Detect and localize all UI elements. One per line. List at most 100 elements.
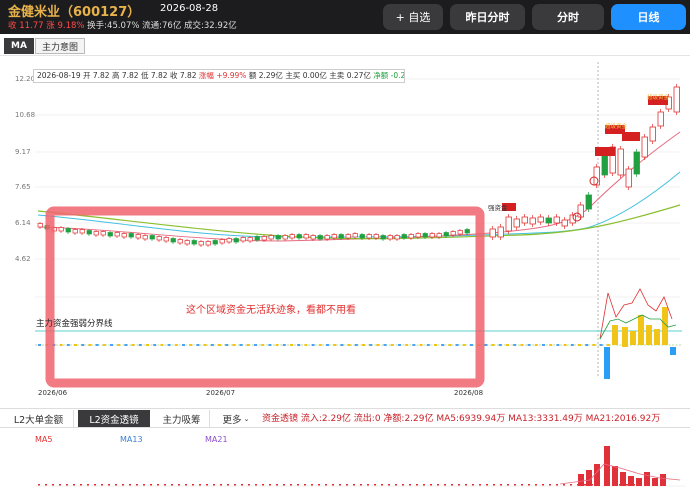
flow-bar — [670, 347, 676, 355]
sub-bar — [578, 474, 584, 486]
flow-dash — [95, 344, 99, 346]
ma-lines — [37, 131, 681, 242]
flow-dash — [225, 344, 229, 346]
sub-bar — [652, 478, 658, 486]
sub-dash — [213, 484, 215, 486]
stats-rest: 换手:45.07% 流通:76亿 成交:32.92亿 — [84, 21, 237, 31]
candles — [37, 84, 680, 247]
flow-dash — [311, 344, 315, 346]
flow-dash — [261, 344, 265, 346]
sub-dash — [164, 484, 166, 486]
candle — [268, 235, 274, 240]
header-date: 2026-08-28 — [160, 3, 219, 14]
candle — [324, 235, 330, 240]
info-buy-label: 主买 — [285, 71, 301, 80]
kline-chart[interactable]: 12.20 10.68 9.17 7.65 6.14 4.62 2026-08-… — [0, 57, 690, 400]
sub-dash — [94, 484, 96, 486]
flow-dash — [239, 344, 243, 346]
candle — [310, 235, 316, 240]
prev-minute-button[interactable]: 昨日分时 — [450, 4, 525, 30]
tab-big-order[interactable]: L2大单金额 — [4, 410, 74, 427]
flow-dash — [333, 344, 337, 346]
flow-dash — [563, 344, 567, 346]
candle — [205, 241, 211, 246]
x-label: 2026/06 — [38, 389, 68, 397]
sub-dash — [423, 484, 425, 486]
flow-dash — [189, 344, 193, 346]
flow-dash — [369, 344, 373, 346]
candle — [387, 235, 393, 240]
candle — [303, 234, 309, 239]
candle — [443, 232, 449, 237]
candle — [149, 235, 155, 240]
sub-dash — [556, 484, 558, 486]
candle — [366, 234, 372, 239]
flow-dash — [484, 344, 488, 346]
flow-bar — [638, 315, 644, 345]
sub-dash — [570, 484, 572, 486]
flow-dash — [297, 344, 301, 346]
flow-dash — [578, 344, 581, 346]
flow-dash — [556, 344, 560, 346]
candle — [79, 229, 85, 234]
candle — [497, 226, 504, 238]
flow-dash — [412, 344, 416, 346]
candle — [617, 148, 624, 176]
sub-bar — [628, 476, 634, 486]
flow-dash — [362, 344, 365, 346]
sub-dash — [59, 484, 61, 486]
flow-dash — [376, 344, 380, 346]
flow-dash — [203, 344, 207, 346]
candle — [65, 228, 71, 233]
candle — [142, 235, 148, 240]
sub-dash — [584, 484, 586, 486]
sub-bar — [586, 470, 592, 486]
tab-ma[interactable]: MA — [4, 38, 34, 54]
candle — [107, 232, 113, 237]
more-dropdown[interactable]: 更多 ⌄ — [214, 410, 258, 427]
sub-dash — [430, 484, 432, 486]
candle — [261, 236, 267, 241]
info-net-label: 净额 — [373, 71, 389, 80]
candle — [254, 236, 260, 241]
sub-dash — [409, 484, 411, 486]
flow-dash — [585, 344, 589, 346]
sub-dash — [108, 484, 110, 486]
tab-lens[interactable]: L2资金透镜 — [78, 410, 150, 427]
candle — [170, 238, 176, 243]
flow-dash — [304, 344, 308, 346]
minute-button[interactable]: 分时 — [532, 4, 604, 30]
tab-absorb[interactable]: 主力吸筹 — [154, 410, 210, 427]
sub-dash — [626, 484, 628, 486]
sub-dash — [395, 484, 397, 486]
divider-label: 主力资金强弱分界线 — [36, 319, 113, 329]
flow-dash — [455, 344, 459, 346]
daily-button[interactable]: 日线 — [611, 4, 686, 30]
ma13-label: MA13 — [120, 435, 143, 444]
sub-dash — [437, 484, 439, 486]
candle — [212, 240, 218, 245]
sub-dash — [297, 484, 299, 486]
candle — [282, 235, 288, 240]
stock-stats: 收 11.77 涨 9.18% 换手:45.07% 流通:76亿 成交:32.9… — [8, 19, 237, 31]
flow-dash — [592, 344, 596, 346]
flow-dash — [513, 344, 517, 346]
flow-dash — [434, 344, 437, 346]
flow-bar — [604, 347, 610, 379]
candle — [156, 236, 162, 241]
flow-dash — [81, 344, 85, 346]
sub-bar — [660, 474, 666, 486]
sub-dash — [52, 484, 54, 486]
sub-dash — [262, 484, 264, 486]
sub-dash — [115, 484, 117, 486]
add-watchlist-button[interactable]: + 自选 — [383, 4, 443, 30]
sub-dash — [535, 484, 537, 486]
info-sell: 0.27亿 — [346, 71, 371, 80]
candle — [345, 234, 351, 239]
info-close-label: 收 — [169, 71, 178, 80]
flow-dash — [182, 344, 185, 346]
info-sell-label: 主卖 — [329, 71, 345, 80]
tab-main-force[interactable]: 主力意图 — [35, 38, 85, 54]
candle — [296, 234, 302, 239]
flow-dash — [390, 344, 394, 346]
